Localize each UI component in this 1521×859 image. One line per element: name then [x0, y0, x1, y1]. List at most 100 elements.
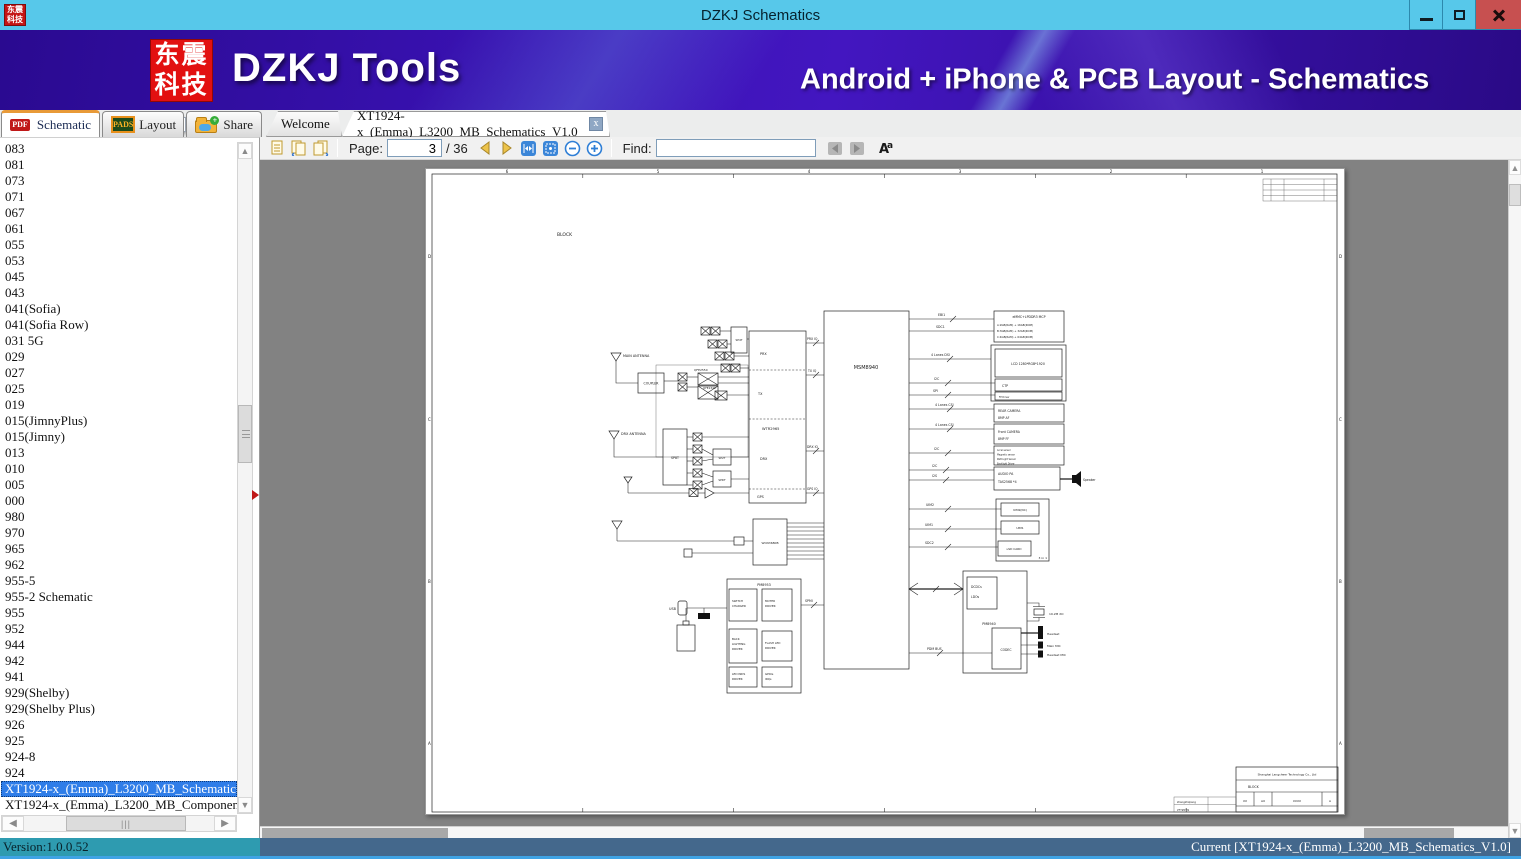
list-item[interactable]: 980 — [1, 509, 237, 525]
list-item[interactable]: 019 — [1, 397, 237, 413]
svg-text:DRIVER: DRIVER — [732, 647, 743, 651]
list-item[interactable]: 027 — [1, 365, 237, 381]
close-button[interactable] — [1475, 0, 1521, 30]
list-item[interactable]: 010 — [1, 461, 237, 477]
version-label: Version:1.0.0.52 — [0, 838, 260, 856]
document-vertical-scrollbar[interactable]: ▲ ▼ — [1508, 160, 1521, 838]
list-item[interactable]: 965 — [1, 541, 237, 557]
copy-page-icon[interactable] — [267, 139, 287, 157]
list-item[interactable]: 924 — [1, 765, 237, 781]
list-item[interactable]: 013 — [1, 445, 237, 461]
sidebar-horizontal-scrollbar[interactable]: ◀ ||| ▶ — [1, 815, 237, 832]
list-item[interactable]: 929(Shelby Plus) — [1, 701, 237, 717]
fit-page-icon[interactable] — [541, 139, 561, 157]
font-case-icon[interactable]: Aa — [875, 139, 895, 157]
list-item[interactable]: 041(Sofia Row) — [1, 317, 237, 333]
tab-welcome[interactable]: Welcome — [266, 111, 342, 137]
list-item[interactable]: 053 — [1, 253, 237, 269]
list-item[interactable]: XT1924-x_(Emma)_L3200_MB_Schematics_V1 — [1, 781, 237, 797]
next-page-icon[interactable] — [497, 139, 517, 157]
svg-text:SP2T: SP2T — [719, 456, 726, 460]
list-item[interactable]: 962 — [1, 557, 237, 573]
list-item[interactable]: XT1924-x_(Emma)_L3200_MB_Component_Loc — [1, 797, 237, 813]
maximize-button[interactable] — [1442, 0, 1475, 30]
list-item[interactable]: 005 — [1, 477, 237, 493]
next-view-icon[interactable] — [311, 139, 331, 157]
scroll-up-icon[interactable]: ▲ — [238, 143, 252, 159]
list-item[interactable]: 955 — [1, 605, 237, 621]
svg-text:Main MIC: Main MIC — [1047, 644, 1061, 648]
tab-layout[interactable]: PADS Layout — [102, 111, 184, 137]
list-item[interactable]: 015(Jimny) — [1, 429, 237, 445]
scroll-down-icon[interactable]: ▼ — [238, 797, 252, 813]
tab-document[interactable]: XT1924-x_(Emma)_L3200_MB_Schematics_V1.0… — [342, 111, 610, 137]
list-item[interactable]: 929(Shelby) — [1, 685, 237, 701]
scroll-thumb[interactable]: ||| — [66, 816, 186, 831]
list-item[interactable]: 061 — [1, 221, 237, 237]
svg-text:GPS: GPS — [757, 495, 764, 499]
list-item[interactable]: 924-8 — [1, 749, 237, 765]
svg-text:zhangzhiqiang: zhangzhiqiang — [1177, 800, 1196, 804]
sidebar-vertical-scrollbar[interactable]: ▲ ▼ — [237, 142, 253, 814]
prev-view-icon[interactable] — [289, 139, 309, 157]
scroll-thumb[interactable] — [262, 828, 448, 838]
tab-share[interactable]: + Share — [186, 111, 262, 137]
svg-text:eMMC+LPDDR3 MCP: eMMC+LPDDR3 MCP — [1012, 315, 1045, 319]
list-item[interactable]: 941 — [1, 669, 237, 685]
list-item[interactable]: 944 — [1, 637, 237, 653]
zoom-in-icon[interactable] — [585, 139, 605, 157]
list-item[interactable]: 081 — [1, 157, 237, 173]
list-item[interactable]: 955-5 — [1, 573, 237, 589]
schematic-drawing: 6 5 4 3 2 1 D C B A D C B A BLOCK MAIN A… — [428, 169, 1342, 813]
prev-page-icon[interactable] — [475, 139, 495, 157]
list-item[interactable]: 925 — [1, 733, 237, 749]
scroll-down-icon[interactable]: ▼ — [1509, 823, 1521, 838]
svg-text:uSD CARD: uSD CARD — [1006, 547, 1022, 551]
scroll-right-icon[interactable]: ▶ — [214, 816, 236, 831]
tab-schematic-label: Schematic — [36, 117, 91, 132]
tab-close-icon[interactable]: x — [589, 117, 603, 131]
scroll-thumb[interactable] — [238, 405, 252, 463]
camera-blocks: 4 Lanes CSI REAR CAMERA 8MP AF 4 Lanes C… — [909, 403, 1065, 445]
find-next-icon[interactable] — [847, 139, 867, 157]
fit-width-icon[interactable] — [519, 139, 539, 157]
list-item[interactable]: 083 — [1, 141, 237, 157]
scroll-left-icon[interactable]: ◀ — [2, 816, 24, 831]
list-item[interactable]: 955-2 Schematic — [1, 589, 237, 605]
window-title: DZKJ Schematics — [700, 6, 821, 24]
list-item[interactable]: 043 — [1, 285, 237, 301]
list-item[interactable]: 025 — [1, 381, 237, 397]
list-item[interactable]: 031 5G — [1, 333, 237, 349]
find-input[interactable] — [655, 139, 816, 157]
list-item[interactable]: 926 — [1, 717, 237, 733]
pdf-icon: PDF — [10, 116, 186, 134]
list-item[interactable]: 952 — [1, 621, 237, 637]
list-item[interactable]: 015(JimnyPlus) — [1, 413, 237, 429]
scroll-thumb[interactable] — [1509, 184, 1521, 206]
list-item[interactable]: 073 — [1, 173, 237, 189]
minimize-button[interactable] — [1409, 0, 1442, 30]
tab-schematic[interactable]: PDF Schematic — [1, 110, 186, 137]
list-item[interactable]: 970 — [1, 525, 237, 541]
list-item[interactable]: 055 — [1, 237, 237, 253]
scroll-segment[interactable] — [1364, 828, 1454, 838]
document-horizontal-scrollbar[interactable] — [260, 826, 1508, 838]
scroll-up-icon[interactable]: ▲ — [1509, 160, 1521, 175]
list-item[interactable]: 000 — [1, 493, 237, 509]
list-item[interactable]: 041(Sofia) — [1, 301, 237, 317]
page-number-input[interactable] — [386, 139, 442, 157]
svg-text:AUDIO PA: AUDIO PA — [998, 472, 1014, 476]
list-item[interactable]: 942 — [1, 653, 237, 669]
list-item[interactable]: 045 — [1, 269, 237, 285]
list-item[interactable]: 071 — [1, 189, 237, 205]
brand-logo: 东震 科技 — [150, 39, 213, 102]
list-item[interactable]: 067 — [1, 205, 237, 221]
list-item[interactable]: 029 — [1, 349, 237, 365]
svg-text:I2C: I2C — [932, 464, 938, 468]
svg-text:I2S: I2S — [932, 474, 937, 478]
splitter-arrow-icon[interactable] — [252, 490, 259, 500]
find-previous-icon[interactable] — [825, 139, 845, 157]
zoom-out-icon[interactable] — [563, 139, 583, 157]
page-label: Page: — [349, 140, 383, 156]
share-folder-icon: + — [195, 116, 220, 133]
